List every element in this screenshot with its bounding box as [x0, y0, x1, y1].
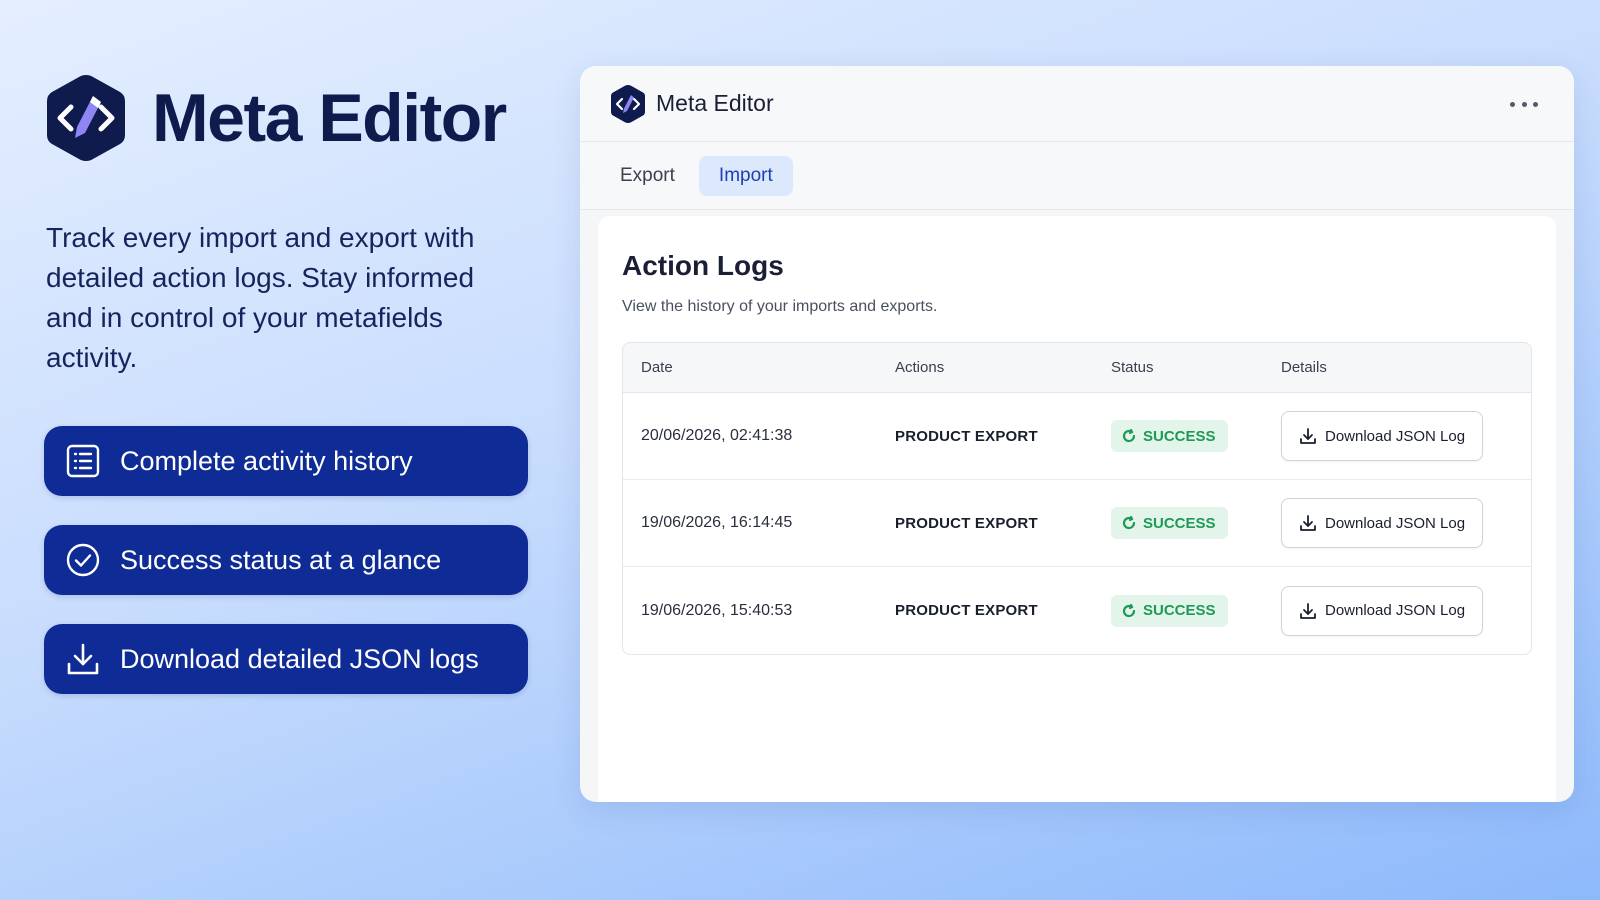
status-text: SUCCESS — [1143, 427, 1216, 445]
app-header: Meta Editor — [580, 66, 1574, 142]
row-date: 20/06/2026, 02:41:38 — [641, 427, 793, 444]
download-label: Download JSON Log — [1325, 427, 1466, 445]
card-title: Action Logs — [622, 250, 784, 281]
feature-activity-history: Complete activity history — [44, 426, 528, 496]
download-icon — [1300, 602, 1316, 619]
table-header: Date Actions Status Details — [623, 343, 1531, 393]
check-circle-icon — [64, 541, 102, 579]
hero-description: Track every import and export with detai… — [46, 222, 475, 373]
status-text: SUCCESS — [1143, 514, 1216, 532]
app-name: Meta Editor — [656, 90, 774, 116]
table-row: 20/06/2026, 02:41:38 PRODUCT EXPORT SUCC… — [623, 393, 1531, 480]
row-date: 19/06/2026, 16:14:45 — [641, 514, 793, 531]
tab-bar: Export Import — [580, 142, 1574, 210]
row-date: 19/06/2026, 15:40:53 — [641, 601, 793, 619]
more-options-button[interactable] — [1510, 92, 1538, 116]
row-action: PRODUCT EXPORT — [895, 427, 1038, 445]
action-logs-table: Date Actions Status Details 20/06/2026, … — [622, 342, 1532, 655]
column-header-actions: Actions — [895, 359, 945, 376]
feature-list: Complete activity history Success status… — [44, 426, 528, 723]
tab-import[interactable]: Import — [698, 155, 793, 196]
column-header-date: Date — [641, 359, 673, 376]
download-icon — [1300, 428, 1316, 444]
download-json-log-button[interactable]: Download JSON Log — [1281, 585, 1484, 636]
row-action: PRODUCT EXPORT — [895, 514, 1038, 532]
refresh-icon — [1122, 428, 1136, 443]
meta-editor-logo-icon — [47, 75, 125, 161]
meta-editor-logo-icon — [611, 84, 645, 123]
download-json-log-button[interactable]: Download JSON Log — [1281, 411, 1484, 461]
table-row: 19/06/2026, 15:40:53 PRODUCT EXPORT SUCC… — [623, 567, 1531, 654]
hero-title: Meta Editor — [152, 80, 507, 156]
feature-label: Complete activity history — [120, 445, 413, 476]
column-header-details: Details — [1281, 359, 1327, 376]
refresh-icon — [1122, 515, 1136, 530]
feature-label: Download detailed JSON logs — [120, 643, 479, 674]
card-subtitle: View the history of your imports and exp… — [622, 298, 938, 315]
status-badge: SUCCESS — [1111, 507, 1228, 539]
status-badge: SUCCESS — [1111, 420, 1228, 452]
refresh-icon — [1122, 603, 1136, 617]
download-icon — [1300, 515, 1316, 531]
tab-export[interactable]: Export — [600, 156, 695, 196]
app-window: Meta Editor Export Import Action Logs Vi… — [580, 66, 1574, 802]
list-icon — [64, 442, 102, 480]
download-label: Download JSON Log — [1325, 514, 1466, 532]
column-header-status: Status — [1111, 359, 1154, 376]
more-dots-icon — [1510, 101, 1515, 107]
hero-brand: Meta Editor — [44, 72, 507, 164]
feature-label: Success status at a glance — [120, 544, 442, 575]
download-icon — [64, 640, 102, 678]
status-badge: SUCCESS — [1111, 594, 1228, 627]
download-label: Download JSON Log — [1325, 602, 1466, 619]
feature-json-logs: Download detailed JSON logs — [44, 624, 528, 694]
action-logs-card: Action Logs View the history of your imp… — [598, 216, 1556, 802]
download-json-log-button[interactable]: Download JSON Log — [1281, 498, 1484, 548]
table-row: 19/06/2026, 16:14:45 PRODUCT EXPORT SUCC… — [623, 480, 1531, 567]
feature-success-status: Success status at a glance — [44, 525, 528, 595]
status-text: SUCCESS — [1143, 602, 1216, 619]
row-action: PRODUCT EXPORT — [895, 602, 1038, 619]
